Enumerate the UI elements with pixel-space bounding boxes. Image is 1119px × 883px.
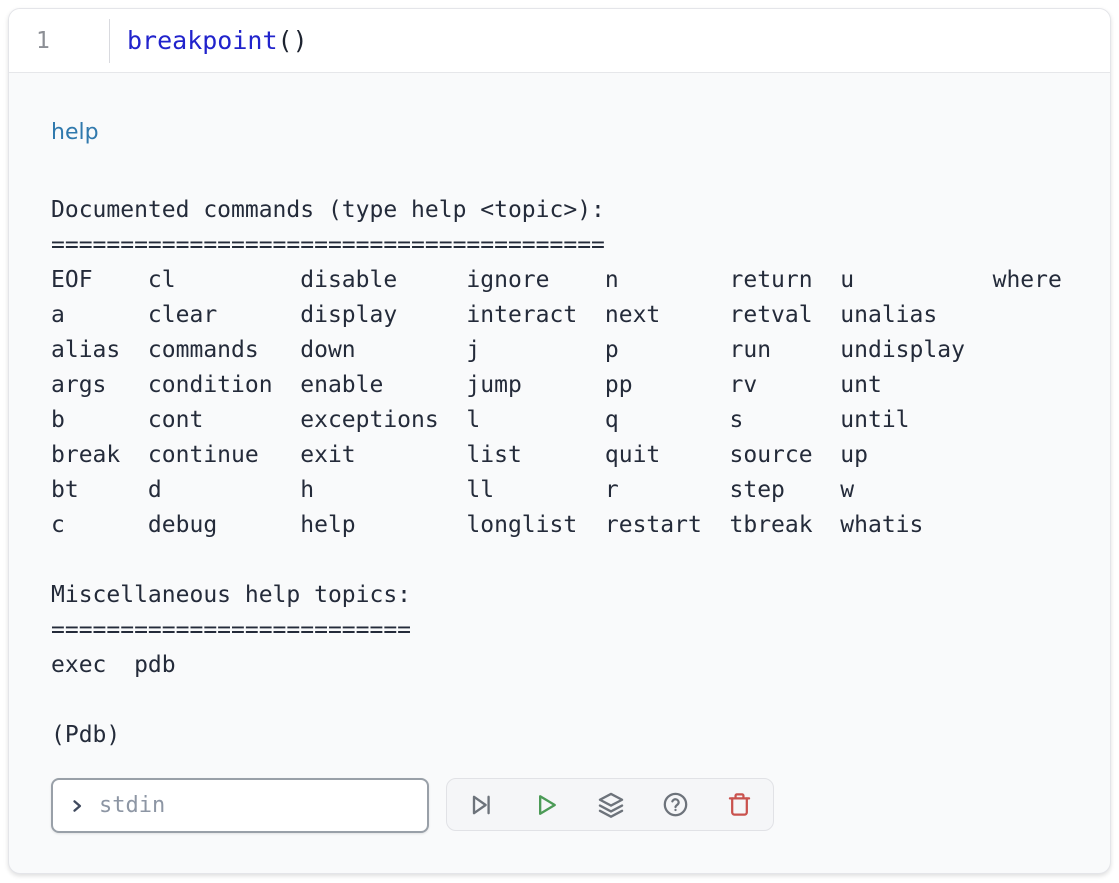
step-forward-icon — [467, 791, 495, 819]
debug-toolbar — [446, 778, 774, 831]
code-editor[interactable]: 1 breakpoint() — [9, 9, 1110, 73]
stack-button[interactable] — [593, 787, 629, 823]
echoed-command: help — [51, 120, 1068, 145]
code-line[interactable]: breakpoint() — [110, 26, 308, 55]
debugger-panel: 1 breakpoint() help Documented commands … — [8, 8, 1111, 874]
clear-button[interactable] — [722, 787, 757, 822]
step-forward-button[interactable] — [463, 787, 499, 823]
pdb-output-text: Documented commands (type help <topic>):… — [51, 193, 1068, 753]
help-circle-icon — [662, 791, 689, 818]
console-output-panel: help Documented commands (type help <top… — [9, 73, 1110, 833]
play-icon — [532, 791, 560, 819]
line-number-gutter: 1 — [9, 28, 109, 54]
play-button[interactable] — [528, 787, 564, 823]
trash-icon — [726, 791, 753, 818]
code-token-function: breakpoint — [127, 26, 278, 55]
chevron-right-icon — [67, 796, 87, 816]
stdin-input[interactable] — [97, 792, 413, 819]
console-controls — [51, 778, 1068, 833]
code-token-parens: () — [278, 26, 308, 55]
stdin-inputbox[interactable] — [51, 778, 429, 833]
layers-icon — [597, 791, 625, 819]
help-button[interactable] — [658, 787, 693, 822]
line-number: 1 — [36, 28, 50, 54]
